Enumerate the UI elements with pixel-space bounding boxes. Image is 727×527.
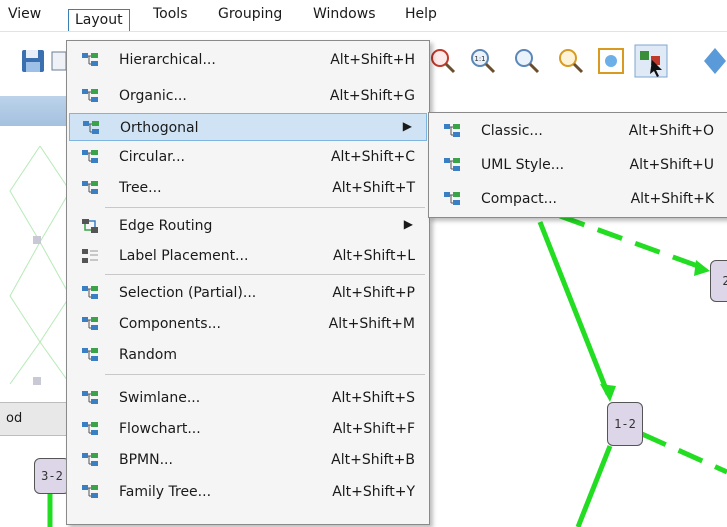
menu-item-label: BPMN... (119, 452, 173, 468)
menu-item-orthogonal[interactable]: Orthogonal ▶ (69, 113, 427, 141)
zoom-actual-size-icon[interactable]: 1:1 (468, 46, 498, 76)
menu-item-label: Selection (Partial)... (119, 285, 257, 301)
svg-text:1:1: 1:1 (474, 55, 485, 63)
menu-help[interactable]: Help (405, 6, 437, 22)
menu-item-label: Organic... (119, 88, 187, 104)
menu-item-shortcut: Alt+Shift+H (330, 52, 415, 68)
layout-icon (82, 348, 98, 361)
layout-icon (83, 121, 99, 134)
menu-grouping[interactable]: Grouping (218, 6, 282, 22)
menu-item-selection-partial[interactable]: Selection (Partial)... Alt+Shift+P (69, 279, 427, 307)
layout-icon (82, 485, 98, 498)
menu-item-label-placement[interactable]: Label Placement... Alt+Shift+L (69, 242, 427, 270)
menu-item-shortcut: Alt+Shift+K (630, 191, 714, 207)
label-placement-icon (82, 249, 98, 263)
layout-icon (444, 158, 460, 171)
menu-item-label: Random (119, 347, 177, 363)
graph-node[interactable]: 2 (710, 260, 727, 302)
layout-icon (444, 124, 460, 137)
menu-item-family-tree[interactable]: Family Tree... Alt+Shift+Y (69, 478, 427, 506)
layout-icon (82, 317, 98, 330)
menu-item-label: Flowchart... (119, 421, 201, 437)
menu-item-shortcut: Alt+Shift+T (332, 180, 415, 196)
menu-item-shortcut: Alt+Shift+M (328, 316, 415, 332)
layout-icon (82, 422, 98, 435)
menu-item-tree[interactable]: Tree... Alt+Shift+T (69, 174, 427, 202)
menubar: View Layout Tools Grouping Windows Help (0, 0, 727, 32)
menu-item-random[interactable]: Random (69, 341, 427, 369)
fit-content-icon[interactable] (596, 46, 626, 76)
menu-item-compact[interactable]: Compact... Alt+Shift+K (431, 185, 726, 213)
submenu-arrow-icon: ▶ (403, 217, 413, 231)
menu-item-shortcut: Alt+Shift+U (629, 157, 715, 173)
graph-node[interactable]: 1-2 (607, 402, 643, 446)
orthogonal-submenu: Classic... Alt+Shift+O UML Style... Alt+… (428, 112, 727, 218)
menu-item-shortcut: Alt+Shift+C (330, 149, 415, 165)
menu-item-hierarchical[interactable]: Hierarchical... Alt+Shift+H (69, 46, 427, 74)
menu-separator (105, 374, 425, 375)
menu-item-label: Compact... (481, 191, 557, 207)
menu-item-label: Circular... (119, 149, 185, 165)
menu-tools[interactable]: Tools (153, 6, 188, 22)
menu-item-uml-style[interactable]: UML Style... Alt+Shift+U (431, 151, 726, 179)
side-panel-tab[interactable]: od (0, 402, 70, 436)
menu-windows[interactable]: Windows (313, 6, 376, 22)
menu-item-shortcut: Alt+Shift+L (332, 248, 415, 264)
menu-item-label: Orthogonal (120, 120, 199, 136)
menu-item-shortcut: Alt+Shift+P (332, 285, 415, 301)
zoom-out-icon[interactable] (428, 46, 458, 76)
menu-item-label: Components... (119, 316, 221, 332)
layout-icon (82, 286, 98, 299)
menu-separator (105, 274, 425, 275)
side-panel-tab-label: od (6, 411, 23, 426)
select-mode-icon[interactable] (634, 44, 668, 78)
menu-item-edge-routing[interactable]: Edge Routing ▶ (69, 212, 427, 240)
edge-routing-icon (82, 219, 98, 233)
layout-icon (82, 53, 98, 66)
menu-item-shortcut: Alt+Shift+S (331, 390, 415, 406)
zoom-selection-icon[interactable] (556, 46, 586, 76)
pan-icon[interactable] (700, 46, 727, 76)
menu-layout[interactable]: Layout (68, 9, 130, 31)
layout-icon (444, 192, 460, 205)
menu-item-label: Tree... (119, 180, 162, 196)
zoom-icon[interactable] (512, 46, 542, 76)
menu-item-bpmn[interactable]: BPMN... Alt+Shift+B (69, 446, 427, 474)
menu-item-components[interactable]: Components... Alt+Shift+M (69, 310, 427, 338)
save-icon[interactable] (20, 46, 50, 76)
layout-icon (82, 453, 98, 466)
menu-item-shortcut: Alt+Shift+O (628, 123, 714, 139)
menu-item-label: Classic... (481, 123, 543, 139)
menu-item-circular[interactable]: Circular... Alt+Shift+C (69, 143, 427, 171)
menu-item-shortcut: Alt+Shift+B (331, 452, 415, 468)
menu-item-swimlane[interactable]: Swimlane... Alt+Shift+S (69, 384, 427, 412)
menu-item-label: Label Placement... (119, 248, 249, 264)
layout-icon (82, 150, 98, 163)
menu-separator (105, 207, 425, 208)
menu-item-flowchart[interactable]: Flowchart... Alt+Shift+F (69, 415, 427, 443)
menu-item-label: Hierarchical... (119, 52, 216, 68)
menu-item-shortcut: Alt+Shift+Y (332, 484, 415, 500)
menu-item-label: Swimlane... (119, 390, 201, 406)
menu-item-classic[interactable]: Classic... Alt+Shift+O (431, 117, 726, 145)
layout-menu: Hierarchical... Alt+Shift+H Organic... A… (66, 40, 430, 525)
menu-item-label: Family Tree... (119, 484, 212, 500)
menu-item-shortcut: Alt+Shift+F (332, 421, 415, 437)
layout-icon (82, 391, 98, 404)
menu-item-label: Edge Routing (119, 218, 213, 234)
menu-item-shortcut: Alt+Shift+G (329, 88, 415, 104)
menu-item-label: UML Style... (481, 157, 565, 173)
layout-icon (82, 181, 98, 194)
graph-node[interactable]: 3-2 (34, 458, 70, 494)
menu-view[interactable]: View (8, 6, 41, 22)
submenu-arrow-icon: ▶ (402, 119, 412, 133)
menu-item-organic[interactable]: Organic... Alt+Shift+G (69, 82, 427, 110)
layout-icon (82, 89, 98, 102)
